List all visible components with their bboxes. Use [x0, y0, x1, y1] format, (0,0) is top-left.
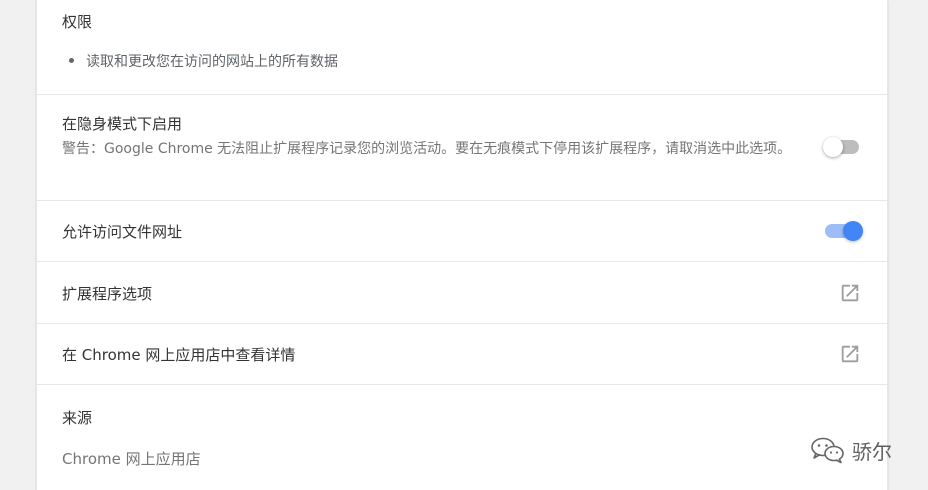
incognito-toggle[interactable] [823, 137, 863, 157]
watermark-text: 骄尔 [852, 439, 892, 464]
toggle-knob [843, 221, 863, 241]
file-url-toggle[interactable] [823, 221, 863, 241]
bullet-icon [69, 57, 74, 63]
permissions-title: 权限 [62, 13, 93, 31]
file-url-setting-row: 允许访问文件网址 [37, 201, 887, 262]
wechat-icon [811, 437, 844, 464]
toggle-knob [823, 137, 843, 157]
view-in-store-title: 在 Chrome 网上应用店中查看详情 [62, 346, 296, 364]
file-url-setting-title: 允许访问文件网址 [62, 223, 183, 241]
permission-item-label: 读取和更改您在访问的网站上的所有数据 [86, 54, 338, 70]
extension-details-page: 权限 读取和更改您在访问的网站上的所有数据 在隐身模式下启用 警告：Google… [0, 0, 928, 490]
extension-details-card: 权限 读取和更改您在访问的网站上的所有数据 在隐身模式下启用 警告：Google… [36, 0, 888, 490]
permission-item: 读取和更改您在访问的网站上的所有数据 [69, 51, 338, 71]
source-title: 来源 [62, 409, 93, 427]
incognito-warning-text: 警告：Google Chrome 无法阻止扩展程序记录您的浏览活动。要在无痕模式… [62, 141, 792, 157]
source-section: 来源 Chrome 网上应用店 [37, 385, 887, 490]
incognito-setting-row: 在隐身模式下启用 警告：Google Chrome 无法阻止扩展程序记录您的浏览… [37, 95, 887, 201]
extension-options-row[interactable]: 扩展程序选项 [37, 262, 887, 324]
watermark: 骄尔 [810, 433, 892, 467]
view-in-store-row[interactable]: 在 Chrome 网上应用店中查看详情 [37, 324, 887, 385]
source-value: Chrome 网上应用店 [62, 450, 201, 468]
open-in-new-icon[interactable] [839, 282, 861, 304]
incognito-setting-title: 在隐身模式下启用 [62, 115, 183, 133]
open-in-new-icon[interactable] [839, 343, 861, 365]
permissions-section: 权限 读取和更改您在访问的网站上的所有数据 [37, 0, 887, 95]
extension-options-title: 扩展程序选项 [62, 285, 153, 303]
